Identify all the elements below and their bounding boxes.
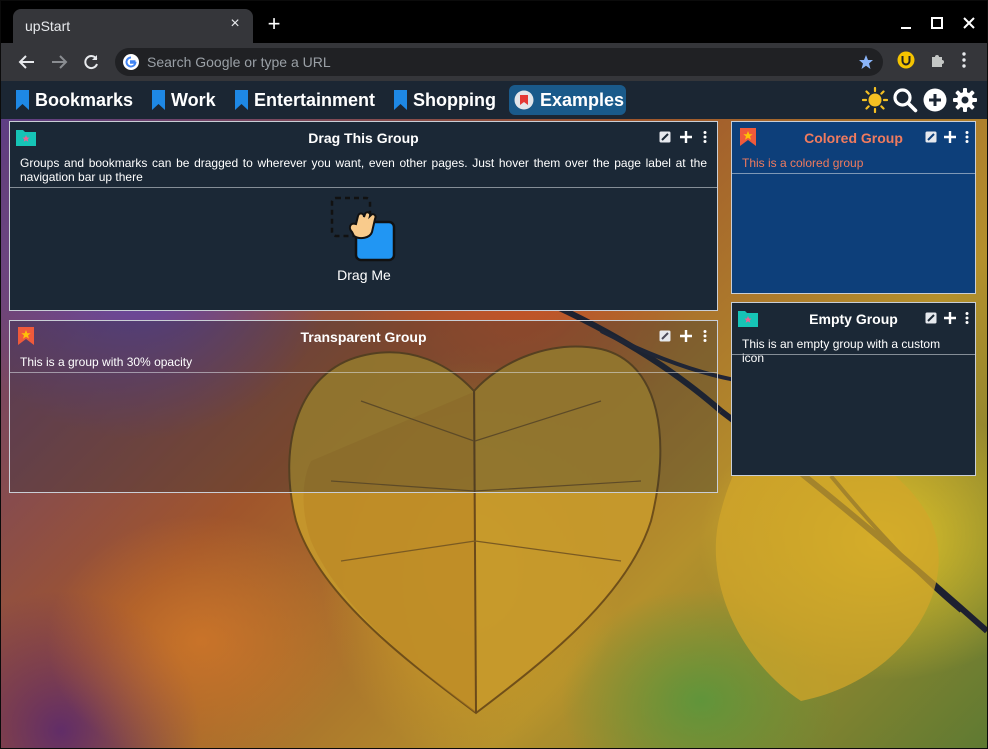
bookmark-label: Drag Me — [337, 267, 391, 283]
edit-icon[interactable] — [659, 131, 671, 143]
add-bookmark-icon[interactable] — [680, 330, 692, 342]
bookmark-icon — [152, 90, 165, 110]
group-header[interactable]: Colored Group — [732, 122, 975, 152]
bookmark-icon — [394, 90, 407, 110]
page-link-label: Entertainment — [254, 89, 376, 110]
maximize-icon[interactable] — [927, 13, 947, 33]
drag-hand-icon — [330, 196, 396, 262]
browser-toolbar: Search Google or type a URL — [1, 43, 987, 81]
omnibox[interactable]: Search Google or type a URL — [115, 48, 883, 76]
group-header[interactable]: Empty Group — [732, 303, 975, 333]
page-link-label: Shopping — [413, 89, 496, 110]
ublock-extension-icon[interactable] — [897, 51, 915, 69]
examples-page-icon — [514, 90, 534, 110]
group-description: This is a group with 30% opacity — [20, 355, 193, 369]
tab-strip: upStart × + — [1, 1, 987, 43]
add-bookmark-icon[interactable] — [944, 312, 956, 324]
edit-icon[interactable] — [659, 330, 671, 342]
group-colored[interactable]: Colored Group This is a colored group — [731, 121, 976, 294]
sun-icon[interactable] — [862, 87, 888, 113]
page-link-entertainment[interactable]: Entertainment — [230, 85, 380, 115]
page-link-label: Bookmarks — [35, 89, 134, 110]
group-transparent[interactable]: Transparent Group This is a group with 3… — [9, 320, 718, 493]
forward-arrow-icon[interactable] — [49, 52, 69, 72]
back-arrow-icon[interactable] — [17, 52, 37, 72]
group-title: Drag This Group — [308, 130, 419, 146]
group-menu-icon[interactable] — [699, 330, 711, 342]
search-icon[interactable] — [892, 87, 918, 113]
group-menu-icon[interactable] — [961, 131, 973, 143]
start-page: Bookmarks Work Entertainment Shopping Ex… — [1, 81, 987, 748]
close-tab-icon[interactable]: × — [227, 16, 243, 32]
group-divider — [10, 187, 717, 188]
group-divider — [732, 173, 975, 174]
browser-tab[interactable]: upStart × — [13, 9, 253, 43]
edit-icon[interactable] — [925, 131, 937, 143]
group-description: This is a colored group — [742, 156, 864, 170]
group-divider — [10, 372, 717, 373]
page-link-bookmarks[interactable]: Bookmarks — [11, 85, 138, 115]
group-menu-icon[interactable] — [961, 312, 973, 324]
group-title: Colored Group — [804, 130, 903, 146]
reload-icon[interactable] — [81, 52, 101, 72]
close-window-icon[interactable] — [959, 13, 979, 33]
group-description: This is an empty group with a custom ico… — [742, 337, 941, 365]
tab-title: upStart — [25, 18, 71, 34]
group-drag[interactable]: Drag This Group Groups and bookmarks can… — [9, 121, 718, 311]
add-circle-icon[interactable] — [922, 87, 948, 113]
group-description: Groups and bookmarks can be dragged to w… — [20, 156, 707, 184]
page-link-shopping[interactable]: Shopping — [389, 85, 501, 115]
edit-icon[interactable] — [925, 312, 937, 324]
bookmark-icon — [235, 90, 248, 110]
group-title: Empty Group — [809, 311, 898, 327]
group-header[interactable]: Transparent Group — [10, 321, 717, 351]
bookmark-star-icon[interactable] — [858, 54, 874, 70]
page-link-label: Examples — [540, 89, 625, 110]
kebab-menu-icon[interactable] — [955, 51, 973, 69]
browser-window: upStart × + Search Google or type a URL — [0, 0, 988, 749]
page-link-label: Work — [171, 89, 216, 110]
page-link-examples[interactable]: Examples — [509, 85, 626, 115]
gear-icon[interactable] — [952, 87, 978, 113]
add-bookmark-icon[interactable] — [944, 131, 956, 143]
bookmark-icon — [16, 90, 29, 110]
group-title: Transparent Group — [300, 329, 427, 345]
new-tab-icon[interactable]: + — [263, 13, 285, 35]
google-logo-icon — [123, 54, 139, 70]
minimize-icon[interactable] — [896, 13, 916, 33]
puzzle-extensions-icon[interactable] — [929, 51, 947, 69]
group-header[interactable]: Drag This Group — [10, 122, 717, 152]
add-bookmark-icon[interactable] — [680, 131, 692, 143]
group-empty[interactable]: Empty Group This is an empty group with … — [731, 302, 976, 476]
omnibox-placeholder: Search Google or type a URL — [147, 54, 331, 70]
page-navbar: Bookmarks Work Entertainment Shopping Ex… — [1, 81, 987, 119]
group-divider — [732, 354, 975, 355]
group-menu-icon[interactable] — [699, 131, 711, 143]
page-link-work[interactable]: Work — [147, 85, 221, 115]
